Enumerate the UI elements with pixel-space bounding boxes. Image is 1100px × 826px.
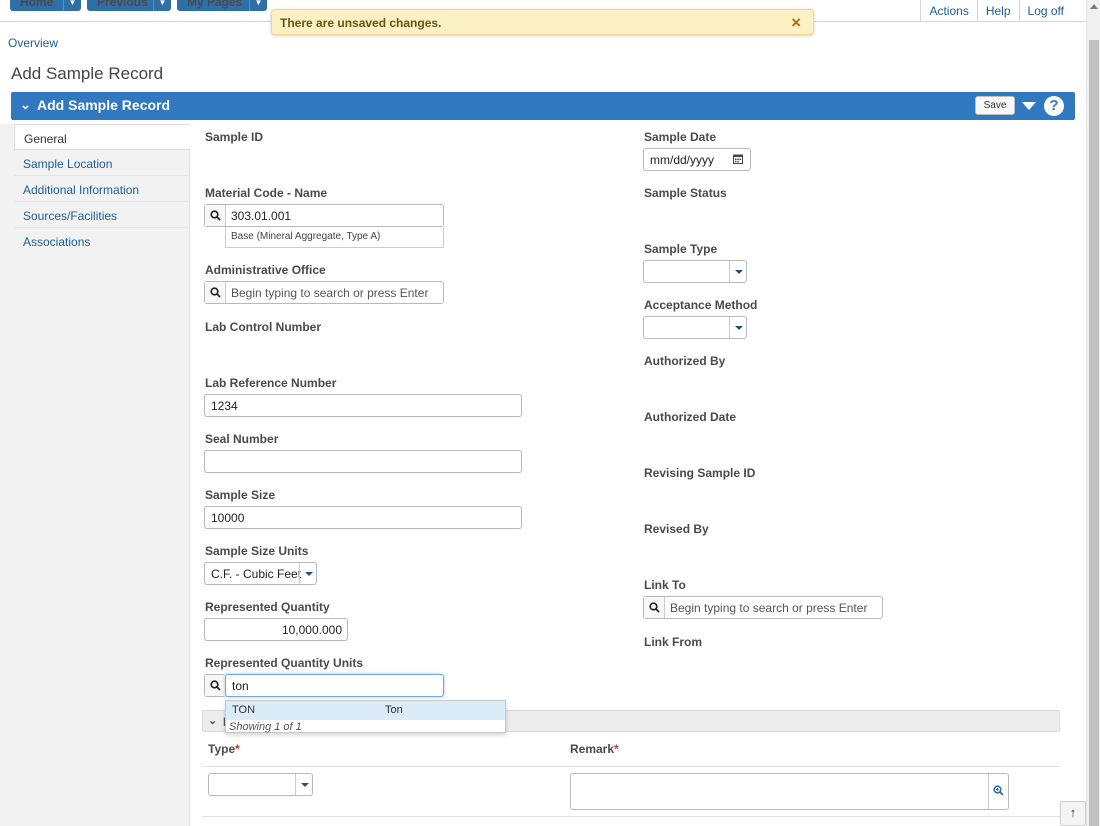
autocomplete-option[interactable]: TON Ton xyxy=(226,701,505,720)
notice-text: There are unsaved changes. xyxy=(280,16,442,30)
seal-number-label: Seal Number xyxy=(205,432,279,446)
seal-number-input[interactable] xyxy=(204,450,522,473)
sample-id-label: Sample ID xyxy=(205,130,264,144)
option-code: TON xyxy=(232,704,256,716)
my-pages-button[interactable]: My Pages ▼ xyxy=(177,0,267,11)
chevron-down-icon[interactable] xyxy=(295,774,312,795)
administrative-office-placeholder: Begin typing to search or press Enter xyxy=(231,286,429,300)
administrative-office-field[interactable]: Begin typing to search or press Enter xyxy=(204,281,444,304)
sidebar-item-associations[interactable]: Associations xyxy=(14,228,190,254)
previous-menu-arrow-icon[interactable]: ▼ xyxy=(153,0,171,11)
type-column-header: Type* xyxy=(208,742,240,756)
sidebar-item-additional-information[interactable]: Additional Information xyxy=(14,176,190,202)
divider xyxy=(202,766,1060,767)
sample-size-units-select[interactable]: C.F. - Cubic Feet xyxy=(204,562,317,585)
authorized-date-label: Authorized Date xyxy=(644,410,737,424)
divider xyxy=(202,816,1060,817)
represented-quantity-units-label: Represented Quantity Units xyxy=(205,656,364,670)
save-button[interactable]: Save xyxy=(975,96,1015,115)
remark-type-select[interactable] xyxy=(208,773,313,796)
search-icon[interactable] xyxy=(205,205,226,226)
option-name: Ton xyxy=(385,704,403,716)
link-to-label: Link To xyxy=(644,578,686,592)
lab-control-number-label: Lab Control Number xyxy=(205,320,321,334)
my-pages-menu-arrow-icon[interactable]: ▼ xyxy=(249,0,267,11)
panel-title[interactable]: Add Sample Record xyxy=(37,97,170,113)
sample-date-placeholder: mm/dd/yyyy xyxy=(650,153,715,167)
required-marker: * xyxy=(614,742,619,756)
panel-header: ⌄ Add Sample Record Save ? xyxy=(11,92,1075,120)
acceptance-method-label: Acceptance Method xyxy=(644,298,758,312)
represented-quantity-label: Represented Quantity xyxy=(205,600,330,614)
collapse-chevron-icon[interactable]: ⌄ xyxy=(208,714,217,727)
breadcrumb[interactable]: Overview xyxy=(8,36,58,50)
previous-button[interactable]: Previous ▼ xyxy=(87,0,171,11)
authorized-by-label: Authorized By xyxy=(644,354,726,368)
zoom-icon[interactable] xyxy=(988,774,1008,809)
unsaved-changes-notice: There are unsaved changes. × xyxy=(271,9,814,35)
scroll-to-top-button[interactable]: ↑ xyxy=(1060,801,1086,826)
autocomplete-footer: Showing 1 of 1 xyxy=(229,721,302,733)
sample-size-input[interactable]: 10000 xyxy=(204,506,522,529)
acceptance-method-select[interactable] xyxy=(643,316,747,339)
page-title: Add Sample Record xyxy=(11,64,164,83)
type-column-label: Type xyxy=(208,742,236,756)
sample-size-units-label: Sample Size Units xyxy=(205,544,309,558)
log-off-link[interactable]: Log off xyxy=(1018,0,1072,22)
previous-button-label: Previous xyxy=(97,0,148,9)
search-icon[interactable] xyxy=(205,675,226,696)
actions-link[interactable]: Actions xyxy=(920,0,976,22)
sample-type-label: Sample Type xyxy=(644,242,718,256)
sidebar-item-sample-location[interactable]: Sample Location xyxy=(14,150,190,176)
sample-date-label: Sample Date xyxy=(644,130,717,144)
administrative-office-label: Administrative Office xyxy=(205,263,326,277)
top-links: Actions Help Log off xyxy=(920,0,1072,22)
sidebar-item-sources-facilities[interactable]: Sources/Facilities xyxy=(14,202,190,228)
chevron-down-icon[interactable] xyxy=(729,261,746,282)
home-button-label: Home xyxy=(20,0,54,9)
my-pages-button-label: My Pages xyxy=(187,0,243,9)
sidebar: General Sample Location Additional Infor… xyxy=(0,124,190,826)
sample-size-label: Sample Size xyxy=(205,488,276,502)
remark-column-header: Remark* xyxy=(570,742,619,756)
material-code-field[interactable]: 303.01.001 xyxy=(204,204,444,227)
vertical-scrollbar[interactable] xyxy=(1086,0,1100,826)
represented-quantity-input[interactable]: 10,000.000 xyxy=(204,618,348,641)
represented-quantity-units-search[interactable] xyxy=(204,674,226,697)
collapse-chevron-icon[interactable]: ⌄ xyxy=(20,97,31,113)
revised-by-label: Revised By xyxy=(644,522,709,536)
link-to-placeholder: Begin typing to search or press Enter xyxy=(670,601,868,615)
revising-sample-id-label: Revising Sample ID xyxy=(644,466,756,480)
required-marker: * xyxy=(235,742,240,756)
sample-type-select[interactable] xyxy=(643,260,747,283)
autocomplete-dropdown: TON Ton Showing 1 of 1 xyxy=(225,700,506,733)
material-code-value: 303.01.001 xyxy=(231,209,292,223)
calendar-icon[interactable] xyxy=(733,154,743,164)
panel-menu-dropdown-icon[interactable] xyxy=(1022,102,1036,110)
chevron-down-icon[interactable] xyxy=(299,563,316,584)
link-to-field[interactable]: Begin typing to search or press Enter xyxy=(643,596,883,619)
lab-reference-number-input[interactable]: 1234 xyxy=(204,394,522,417)
home-menu-arrow-icon[interactable]: ▼ xyxy=(63,0,81,11)
close-icon[interactable]: × xyxy=(791,13,801,33)
scroll-up-arrow-icon[interactable] xyxy=(1090,4,1098,9)
search-icon[interactable] xyxy=(644,597,665,618)
sample-date-input[interactable]: mm/dd/yyyy xyxy=(643,148,751,171)
help-icon[interactable]: ? xyxy=(1044,96,1064,116)
scrollbar-thumb[interactable] xyxy=(1089,40,1099,826)
material-code-label: Material Code - Name xyxy=(205,186,328,200)
sidebar-item-general[interactable]: General xyxy=(14,124,190,150)
lab-reference-number-label: Lab Reference Number xyxy=(205,376,337,390)
sample-status-label: Sample Status xyxy=(644,186,727,200)
represented-quantity-units-input[interactable]: ton xyxy=(225,674,444,697)
chevron-down-icon[interactable] xyxy=(729,317,746,338)
material-name-hint: Base (Mineral Aggregate, Type A) xyxy=(225,227,444,248)
home-button[interactable]: Home ▼ xyxy=(10,0,81,11)
link-from-label: Link From xyxy=(644,635,703,649)
search-icon[interactable] xyxy=(205,282,226,303)
help-link[interactable]: Help xyxy=(976,0,1019,22)
remark-column-label: Remark xyxy=(570,742,615,756)
remark-textarea[interactable] xyxy=(570,773,1009,810)
sample-size-units-value: C.F. - Cubic Feet xyxy=(211,567,302,581)
